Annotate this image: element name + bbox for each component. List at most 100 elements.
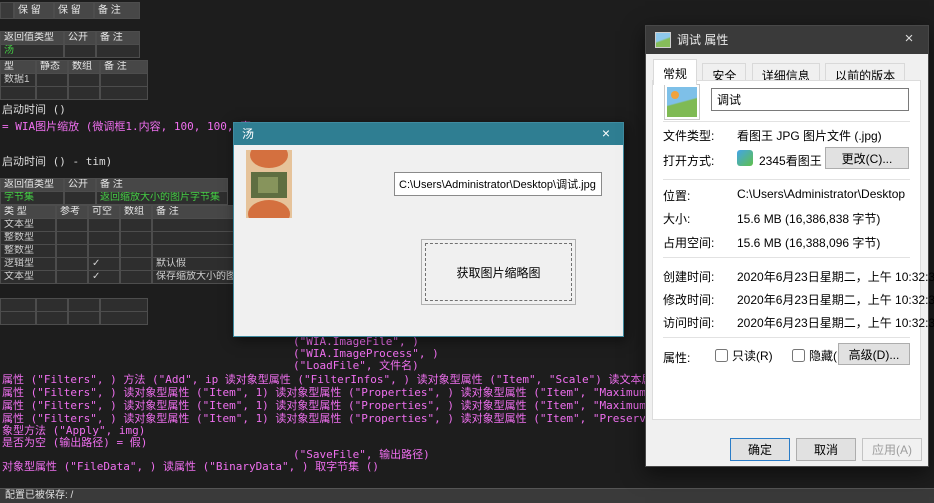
screen: 保 留 保 留 备 注 返回值类型 公开 备 注 汤 型 静态 数组 备 注 数… (0, 0, 934, 503)
size-value: 15.6 MB (16,386,838 字节) (737, 210, 880, 227)
ide-cell (0, 86, 36, 100)
ide-header-cell: 数组 (68, 60, 100, 74)
ide-header-cell: 数组 (120, 205, 152, 219)
thumbnail-art (250, 150, 288, 168)
close-icon[interactable]: × (589, 123, 623, 145)
accessed-label: 访问时间: (663, 314, 714, 331)
ide-cell (68, 86, 100, 100)
ide-cell (36, 311, 68, 325)
ide-header-cell: 型 (0, 60, 36, 74)
param-row: 整数型 (0, 231, 256, 245)
get-thumbnail-button[interactable]: 获取图片缩略图 (421, 239, 576, 305)
preview-title: 汤 (242, 127, 254, 141)
readonly-checkbox[interactable] (715, 349, 728, 362)
separator (663, 257, 910, 258)
ide-cell: 字节集 (0, 191, 64, 205)
separator (663, 337, 910, 338)
readonly-label: 只读(R) (732, 347, 773, 364)
fn2-return-row: 字节集 返回缩放大小的图片字节集 (0, 191, 228, 205)
ide-header-cell: 类 型 (0, 205, 56, 219)
properties-title: 调试 属性 (677, 26, 728, 54)
close-icon[interactable]: × (890, 26, 928, 54)
param-row: 逻辑型 ✓ 默认假 (0, 257, 256, 271)
code-line: 启动时间 () (2, 104, 66, 116)
preview-body: 获取图片缩略图 (234, 145, 623, 336)
ide-cell: 数据1 (0, 73, 36, 87)
ide-cell (100, 73, 148, 87)
created-label: 创建时间: (663, 268, 714, 285)
modified-value: 2020年6月23日星期二，上午 10:32:39 (737, 291, 934, 308)
tab-general[interactable]: 常规 (653, 59, 697, 85)
code-line: = WIA图片缩放 (微调框1.内容, 100, 100, 真) (2, 121, 258, 133)
ide-header-cell: 参考 (56, 205, 88, 219)
jpg-icon-sun (671, 91, 679, 99)
ide-cell: ✓ (88, 257, 120, 271)
location-value: C:\Users\Administrator\Desktop (737, 187, 905, 201)
accessed-value: 2020年6月23日星期二，上午 10:32:39 (737, 314, 934, 331)
ide-cell (120, 218, 152, 232)
image-thumbnail (246, 150, 292, 218)
param-row: 文本型 ✓ 保存缩放大小的图片文件 (0, 270, 256, 284)
ide-cell (68, 311, 100, 325)
code-line: 启动时间 () - tim) (2, 156, 112, 168)
ide-header-cell: 备 注 (96, 31, 140, 45)
ide-cell: 文本型 (0, 218, 56, 232)
preview-window: 汤 × 获取图片缩略图 (233, 122, 624, 337)
param-table-header: 类 型 参考 可空 数组 备 注 (0, 205, 256, 219)
ide-header-cell: 备 注 (96, 178, 228, 192)
ide-cell (88, 218, 120, 232)
ide-header-cell: 公开 (64, 31, 96, 45)
cancel-button[interactable]: 取消 (796, 438, 856, 461)
tab-strip: 常规 安全 详细信息 以前的版本 (653, 59, 907, 81)
preview-titlebar[interactable]: 汤 × (234, 123, 623, 145)
var-table-row (0, 86, 148, 100)
attributes-label: 属性: (663, 349, 690, 366)
ide-header-cell: 备 注 (100, 60, 148, 74)
ide-cell: 逻辑型 (0, 257, 56, 271)
size-on-disk-value: 15.6 MB (16,388,096 字节) (737, 234, 880, 251)
ide-cell (56, 244, 88, 258)
ide-cell (120, 270, 152, 284)
modified-label: 修改时间: (663, 291, 714, 308)
ide-cell: ✓ (88, 270, 120, 284)
ide-cell: 整数型 (0, 244, 56, 258)
general-tab-page: 文件类型: 看图王 JPG 图片文件 (.jpg) 打开方式: 2345看图王 … (652, 80, 921, 420)
readonly-checkbox-group: 只读(R) (715, 347, 773, 364)
size-label: 大小: (663, 210, 690, 227)
size-on-disk-label: 占用空间: (663, 234, 714, 251)
created-value: 2020年6月23日星期二，上午 10:32:39 (737, 268, 934, 285)
ide-header-cell: 可空 (88, 205, 120, 219)
ide-cell (68, 298, 100, 312)
ide-cell (100, 86, 148, 100)
ide-cell (96, 44, 140, 58)
ide-cell: 汤 (0, 44, 64, 58)
separator (663, 121, 910, 122)
advanced-button[interactable]: 高级(D)... (838, 343, 910, 365)
misc-table-row (0, 298, 148, 312)
ide-header-cell: 备 注 (94, 2, 140, 19)
ide-cell (36, 73, 68, 87)
fn-table-row: 汤 (0, 44, 140, 58)
ide-cell (56, 218, 88, 232)
ide-cell (56, 231, 88, 245)
file-path-input[interactable] (394, 172, 602, 196)
fn2-table-header: 返回值类型 公开 备 注 (0, 178, 228, 192)
ide-header-cell: 返回值类型 (0, 31, 64, 45)
properties-titlebar[interactable]: 调试 属性 × (646, 26, 928, 54)
apply-button[interactable]: 应用(A) (862, 438, 922, 461)
filename-input[interactable] (711, 88, 909, 111)
properties-window: 调试 属性 × 常规 安全 详细信息 以前的版本 文件类型: 看图王 JPG 图… (645, 25, 929, 467)
ide-cell (88, 244, 120, 258)
status-bar: 配置已被保存: / (0, 488, 934, 503)
var-table-row: 数据1 (0, 73, 148, 87)
ok-button[interactable]: 确定 (730, 438, 790, 461)
ide-cell (0, 311, 36, 325)
ide-cell (56, 270, 88, 284)
param-row: 文本型 (0, 218, 256, 232)
ide-cell: 返回缩放大小的图片字节集 (96, 191, 228, 205)
ide-cell (0, 298, 36, 312)
ide-top-header-row: 保 留 保 留 备 注 (0, 2, 140, 19)
code-line: 是否为空 (输出路径) = 假) (2, 437, 147, 449)
hidden-checkbox[interactable] (792, 349, 805, 362)
change-button[interactable]: 更改(C)... (825, 147, 909, 169)
